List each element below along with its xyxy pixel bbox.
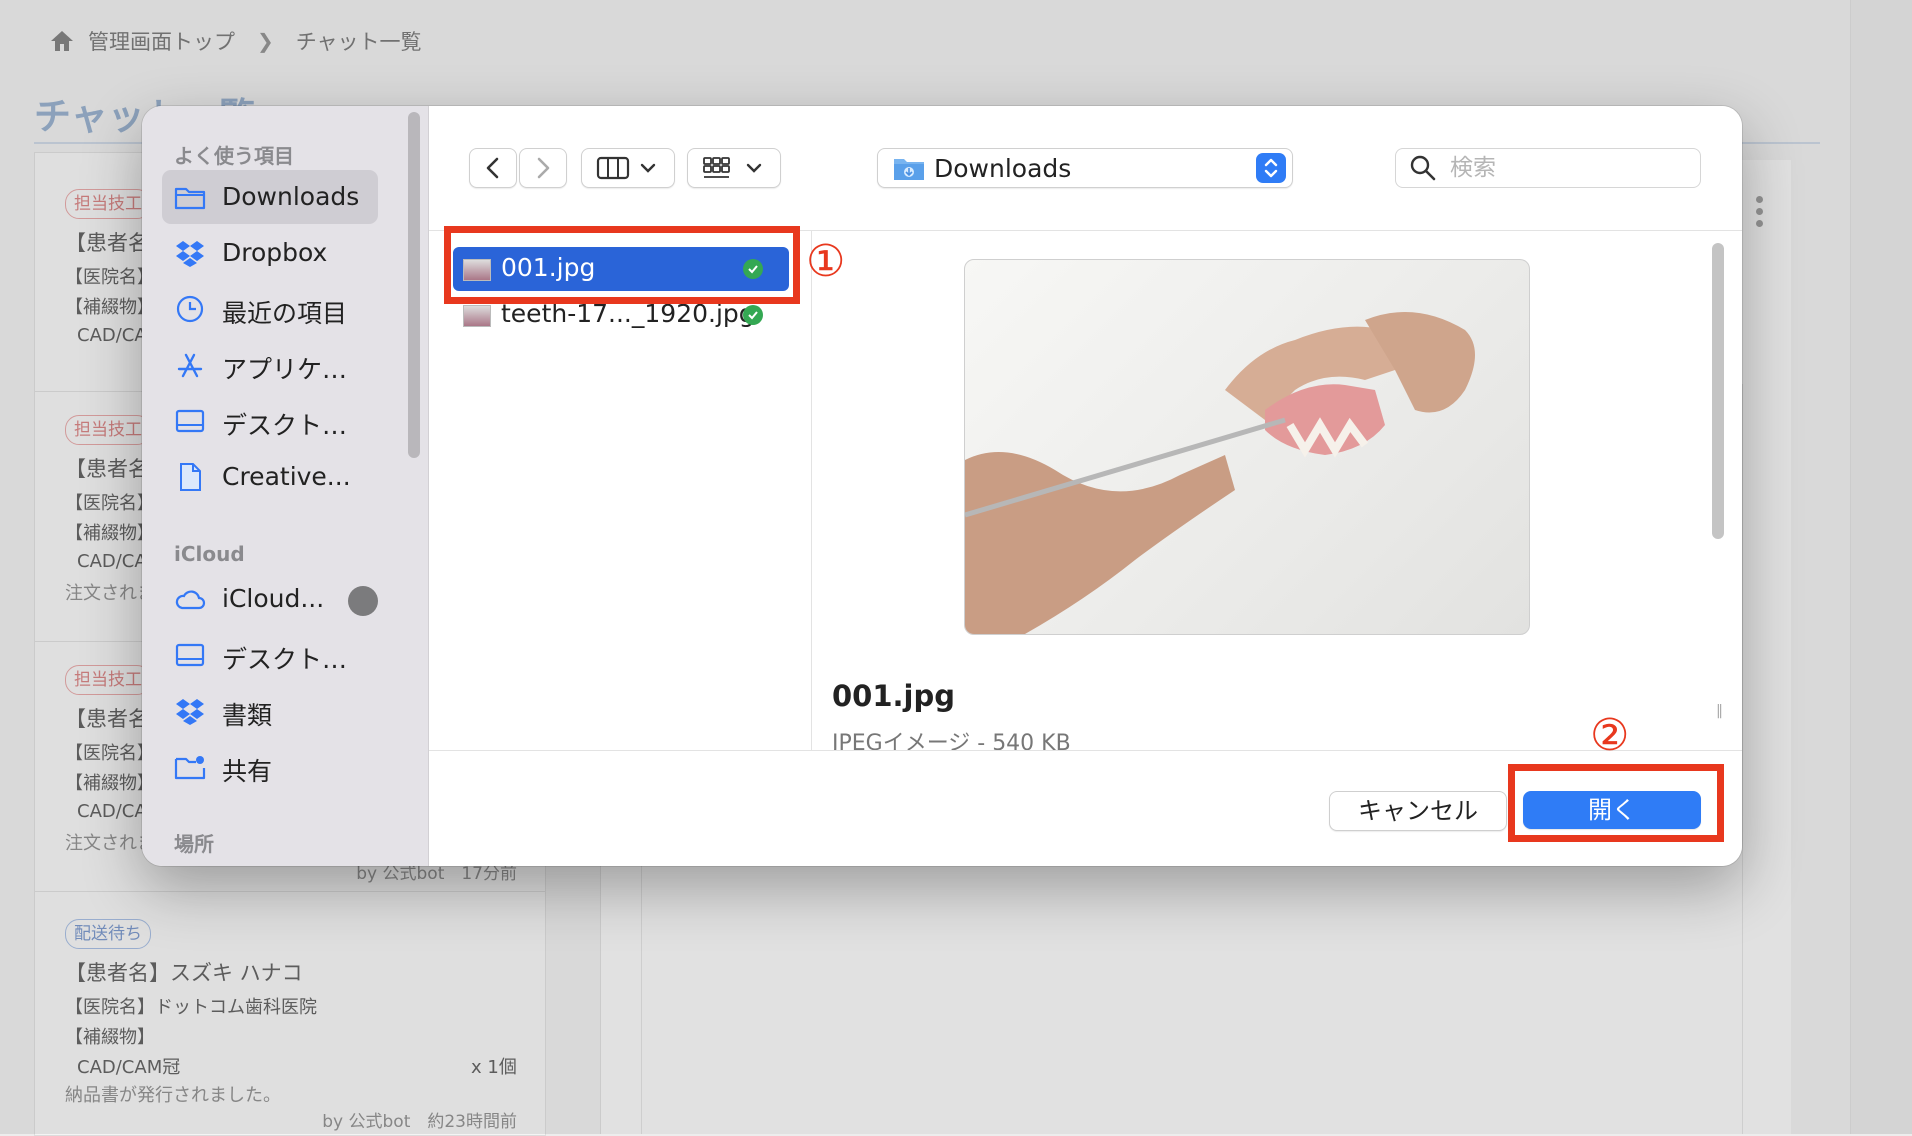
desktop-icon (175, 409, 205, 433)
highlight-box-step2 (1508, 764, 1724, 842)
sidebar-item-icloud-drive[interactable]: iCloud... (162, 572, 378, 626)
sidebar-item-label: デスクト… (222, 645, 348, 674)
location-label: Downloads (934, 154, 1072, 183)
location-popup[interactable]: Downloads (877, 148, 1293, 188)
icloud-header: iCloud (174, 542, 245, 566)
sidebar-item-label: iCloud... (222, 584, 325, 613)
chevron-left-icon (486, 157, 499, 179)
image-thumbnail-icon (463, 305, 491, 327)
places-header: 場所 (174, 832, 214, 856)
favorites-header: よく使う項目 (174, 144, 294, 168)
dialog-toolbar: Downloads (429, 106, 1742, 231)
sidebar-item-downloads[interactable]: Downloads (162, 170, 378, 224)
chevron-right-icon (537, 157, 550, 179)
column-resize-handle[interactable]: ‖ (1716, 703, 1723, 719)
dropbox-icon (176, 241, 204, 267)
step-number-1: ① (806, 236, 846, 287)
file-open-dialog: よく使う項目 Downloads Dropbox 最近の項目 アプリケ… デスク… (142, 106, 1742, 866)
downloads-folder-icon (894, 159, 924, 180)
cloud-icon (175, 590, 206, 610)
step-number-2: ② (1590, 710, 1630, 761)
clock-icon (176, 295, 204, 323)
sidebar-item-documents[interactable]: 書類 (162, 684, 378, 738)
shared-folder-icon (174, 756, 206, 780)
back-button[interactable] (469, 148, 517, 188)
column-view-icon (596, 156, 656, 180)
sidebar-item-desktop[interactable]: デスクト… (162, 394, 378, 448)
cancel-button[interactable]: キャンセル (1329, 791, 1507, 831)
dialog-sidebar: よく使う項目 Downloads Dropbox 最近の項目 アプリケ… デスク… (142, 106, 429, 866)
sidebar-item-applications[interactable]: アプリケ… (162, 338, 378, 392)
sidebar-item-label: アプリケ… (222, 355, 348, 384)
sidebar-item-label: 共有 (222, 757, 273, 786)
sidebar-item-label: Downloads (222, 182, 360, 211)
highlight-box-step1 (444, 226, 800, 304)
desktop-icon (175, 643, 205, 667)
dialog-main: Downloads 001.jpg teeth-17..._1920.jp (429, 106, 1742, 866)
folder-icon (174, 187, 206, 210)
sidebar-item-recents[interactable]: 最近の項目 (162, 282, 378, 336)
group-button[interactable] (687, 148, 781, 188)
sidebar-scrollbar[interactable] (408, 112, 420, 458)
sidebar-item-dropbox[interactable]: Dropbox (162, 226, 378, 280)
view-mode-button[interactable] (581, 148, 675, 188)
preview-file-name: 001.jpg (832, 679, 956, 713)
synced-check-icon (743, 305, 763, 325)
document-icon (180, 463, 201, 491)
preview-image (964, 259, 1530, 635)
preview-pane: 001.jpg JPEGイメージ - 540 KB ‖ (812, 231, 1742, 756)
up-down-chevron-icon (1256, 153, 1286, 183)
app-store-icon (177, 353, 203, 378)
sidebar-item-shared[interactable]: 共有 (162, 740, 378, 794)
grid-view-icon (703, 157, 762, 178)
preview-scrollbar[interactable] (1712, 243, 1724, 539)
dropbox-icon (176, 699, 204, 725)
sidebar-item-label: 書類 (222, 701, 273, 730)
sync-progress-icon (348, 586, 378, 616)
search-icon (1410, 155, 1436, 181)
file-list-column: 001.jpg teeth-17..._1920.jpg ‖ (429, 231, 812, 843)
sidebar-item-creative[interactable]: Creative... (162, 450, 378, 504)
search-box[interactable] (1395, 148, 1701, 188)
sidebar-item-label: Dropbox (222, 238, 328, 267)
search-input[interactable] (1448, 152, 1692, 184)
sidebar-item-label: Creative... (222, 462, 351, 491)
forward-button[interactable] (519, 148, 567, 188)
sidebar-item-label: デスクト… (222, 411, 348, 440)
sidebar-item-label: 最近の項目 (222, 299, 348, 328)
sidebar-item-icloud-desktop[interactable]: デスクト… (162, 628, 378, 682)
